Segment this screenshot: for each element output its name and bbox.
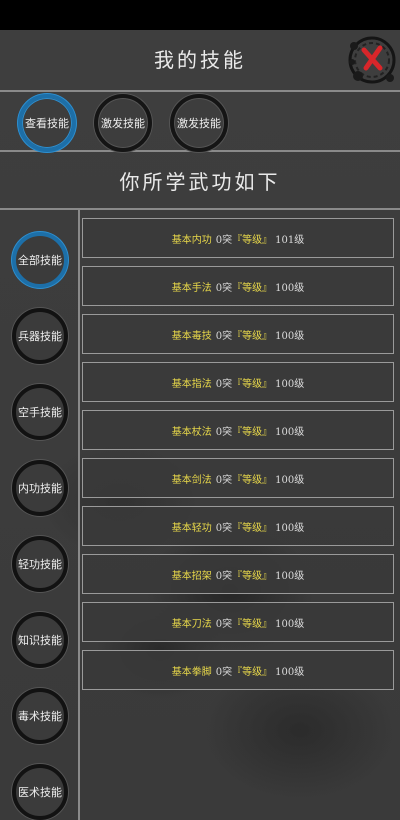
skill-grade-label: 『等级』 (232, 618, 273, 630)
category-weapon[interactable]: 兵器技能 (12, 308, 68, 364)
tab-view-skills[interactable]: 查看技能 (18, 94, 76, 152)
skill-name: 基本杖法 (171, 426, 212, 438)
skill-level: 100级 (275, 330, 305, 342)
skill-grade-label: 『等级』 (232, 330, 273, 342)
category-inner[interactable]: 内功技能 (12, 460, 68, 516)
skill-name: 基本拳脚 (171, 666, 212, 678)
skill-grade-label: 『等级』 (232, 666, 273, 678)
skill-level: 101级 (275, 234, 305, 246)
category-label: 轻功技能 (18, 558, 62, 571)
category-knowledge[interactable]: 知识技能 (12, 612, 68, 668)
category-label: 知识技能 (18, 634, 62, 647)
skill-row[interactable]: 基本杖法 0突 『等级』 100级 (82, 410, 394, 450)
skill-breakthrough: 0突 (215, 378, 233, 390)
skill-level: 100级 (275, 618, 305, 630)
skill-level: 100级 (275, 522, 305, 534)
category-label: 内功技能 (18, 482, 62, 495)
section-subtitle: 你所学武功如下 (119, 170, 281, 194)
skill-breakthrough: 0突 (215, 618, 233, 630)
skill-row[interactable]: 基本刀法 0突 『等级』 100级 (82, 602, 394, 642)
category-medicine[interactable]: 医术技能 (12, 764, 68, 820)
close-x-icon (348, 36, 396, 84)
skill-row[interactable]: 基本毒技 0突 『等级』 100级 (82, 314, 394, 354)
tab-activate-skills-1[interactable]: 激发技能 (94, 94, 152, 152)
skill-level: 100级 (275, 570, 305, 582)
skill-grade-label: 『等级』 (232, 570, 273, 582)
skill-grade-label: 『等级』 (232, 282, 273, 294)
tab-activate-skills-2[interactable]: 激发技能 (170, 94, 228, 152)
skill-grade-label: 『等级』 (232, 426, 273, 438)
skill-row[interactable]: 基本手法 0突 『等级』 100级 (82, 266, 394, 306)
skill-level: 100级 (275, 282, 305, 294)
category-poison[interactable]: 毒术技能 (12, 688, 68, 744)
skill-name: 基本指法 (171, 378, 212, 390)
skill-name: 基本刀法 (171, 618, 212, 630)
skill-breakthrough: 0突 (215, 330, 233, 342)
tab-row: 查看技能 激发技能 激发技能 (0, 92, 400, 152)
skill-grade-label: 『等级』 (232, 474, 273, 486)
skill-level: 100级 (275, 474, 305, 486)
skill-breakthrough: 0突 (215, 474, 233, 486)
skill-level: 100级 (275, 666, 305, 678)
skill-name: 基本轻功 (171, 522, 212, 534)
tab-label: 激发技能 (101, 117, 145, 130)
tab-label: 激发技能 (177, 117, 221, 130)
category-label: 全部技能 (18, 254, 62, 267)
page-title: 我的技能 (154, 48, 246, 72)
close-button[interactable] (344, 32, 400, 88)
skill-grade-label: 『等级』 (232, 522, 273, 534)
header: 我的技能 (0, 30, 400, 92)
category-lightness[interactable]: 轻功技能 (12, 536, 68, 592)
skill-row[interactable]: 基本指法 0突 『等级』 100级 (82, 362, 394, 402)
skill-level: 100级 (275, 426, 305, 438)
skill-row[interactable]: 基本轻功 0突 『等级』 100级 (82, 506, 394, 546)
skill-breakthrough: 0突 (215, 426, 233, 438)
category-label: 毒术技能 (18, 710, 62, 723)
category-label: 兵器技能 (18, 330, 62, 343)
skill-row[interactable]: 基本拳脚 0突 『等级』 100级 (82, 650, 394, 690)
skill-name: 基本剑法 (171, 474, 212, 486)
skill-name: 基本手法 (171, 282, 212, 294)
skill-name: 基本毒技 (171, 330, 212, 342)
category-label: 空手技能 (18, 406, 62, 419)
skills-screen: 我的技能 查看技能 激发技能 激发技能 你所学武功如下 全部技能 兵器技能 空手… (0, 30, 400, 820)
skill-name: 基本招架 (171, 570, 212, 582)
category-label: 医术技能 (18, 786, 62, 799)
skill-row[interactable]: 基本内功 0突 『等级』 101级 (82, 218, 394, 258)
skill-breakthrough: 0突 (215, 666, 233, 678)
skill-row[interactable]: 基本招架 0突 『等级』 100级 (82, 554, 394, 594)
skill-name: 基本内功 (171, 234, 212, 246)
skill-breakthrough: 0突 (215, 234, 233, 246)
skill-breakthrough: 0突 (215, 570, 233, 582)
tab-label: 查看技能 (25, 117, 69, 130)
skill-breakthrough: 0突 (215, 522, 233, 534)
category-unarmed[interactable]: 空手技能 (12, 384, 68, 440)
skill-grade-label: 『等级』 (232, 234, 273, 246)
skill-row[interactable]: 基本剑法 0突 『等级』 100级 (82, 458, 394, 498)
subtitle-band: 你所学武功如下 (0, 152, 400, 210)
skill-breakthrough: 0突 (215, 282, 233, 294)
category-sidebar: 全部技能 兵器技能 空手技能 内功技能 轻功技能 知识技能 毒术技能 医术技能 (0, 210, 80, 820)
category-all[interactable]: 全部技能 (12, 232, 68, 288)
skill-grade-label: 『等级』 (232, 378, 273, 390)
skill-level: 100级 (275, 378, 305, 390)
